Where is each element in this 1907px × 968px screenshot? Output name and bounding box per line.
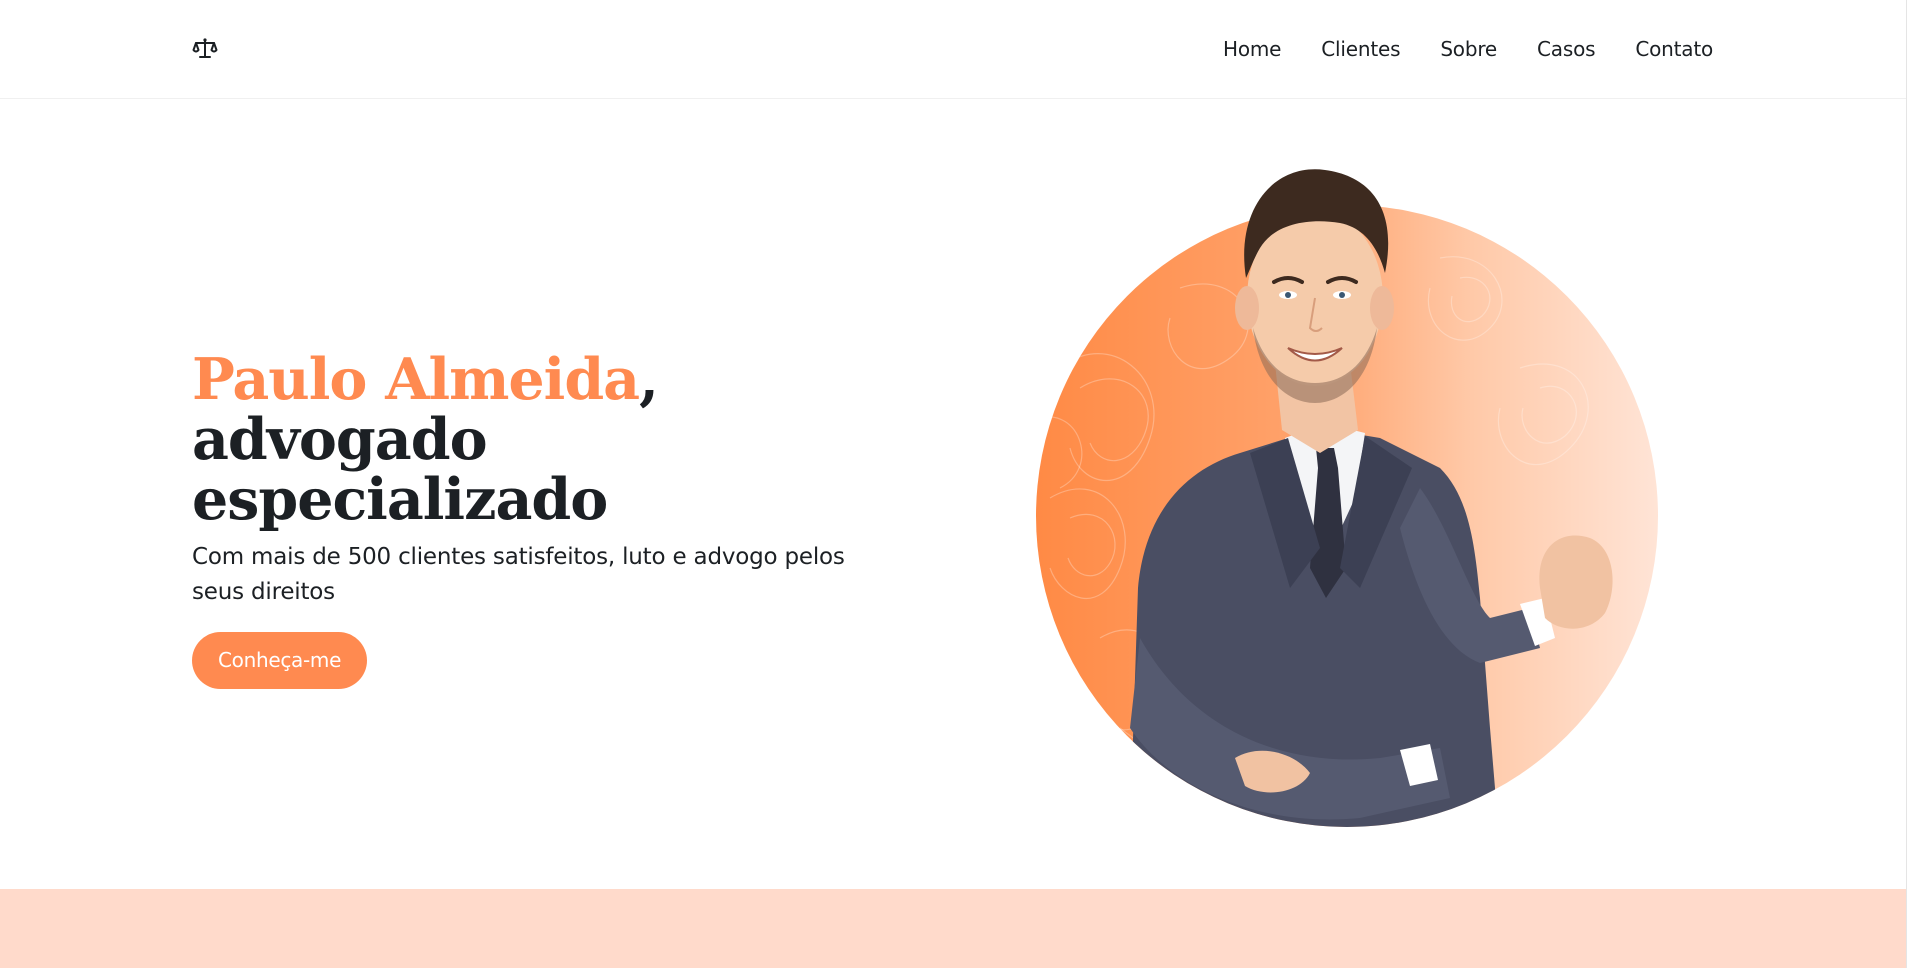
cta-button[interactable]: Conheça-me bbox=[192, 632, 368, 689]
nav-link-contato[interactable]: Contato bbox=[1635, 36, 1713, 62]
nav-link-home[interactable]: Home bbox=[1223, 36, 1281, 62]
hero-headline: Paulo Almeida, advogado especializado bbox=[192, 350, 912, 530]
nav-link-clientes[interactable]: Clientes bbox=[1321, 36, 1400, 62]
page: Home Clientes Sobre Casos Contato Paulo … bbox=[0, 0, 1907, 968]
hero-subtitle: Com mais de 500 clientes satisfeitos, lu… bbox=[192, 544, 845, 605]
nav-link-sobre[interactable]: Sobre bbox=[1440, 36, 1497, 62]
site-header: Home Clientes Sobre Casos Contato bbox=[0, 0, 1906, 99]
lawyer-portrait bbox=[1020, 168, 1680, 848]
nav-link-casos[interactable]: Casos bbox=[1537, 36, 1596, 62]
main-nav: Home Clientes Sobre Casos Contato bbox=[1223, 36, 1713, 62]
bottom-section-band bbox=[0, 889, 1906, 968]
hero-title: advogado especializado bbox=[192, 406, 608, 533]
hero-name: Paulo Almeida bbox=[192, 346, 640, 413]
scales-of-justice-icon bbox=[192, 36, 218, 62]
hero-section: Paulo Almeida, advogado especializado Co… bbox=[192, 350, 912, 689]
hero-comma: , bbox=[639, 346, 659, 413]
logo[interactable] bbox=[192, 36, 218, 62]
